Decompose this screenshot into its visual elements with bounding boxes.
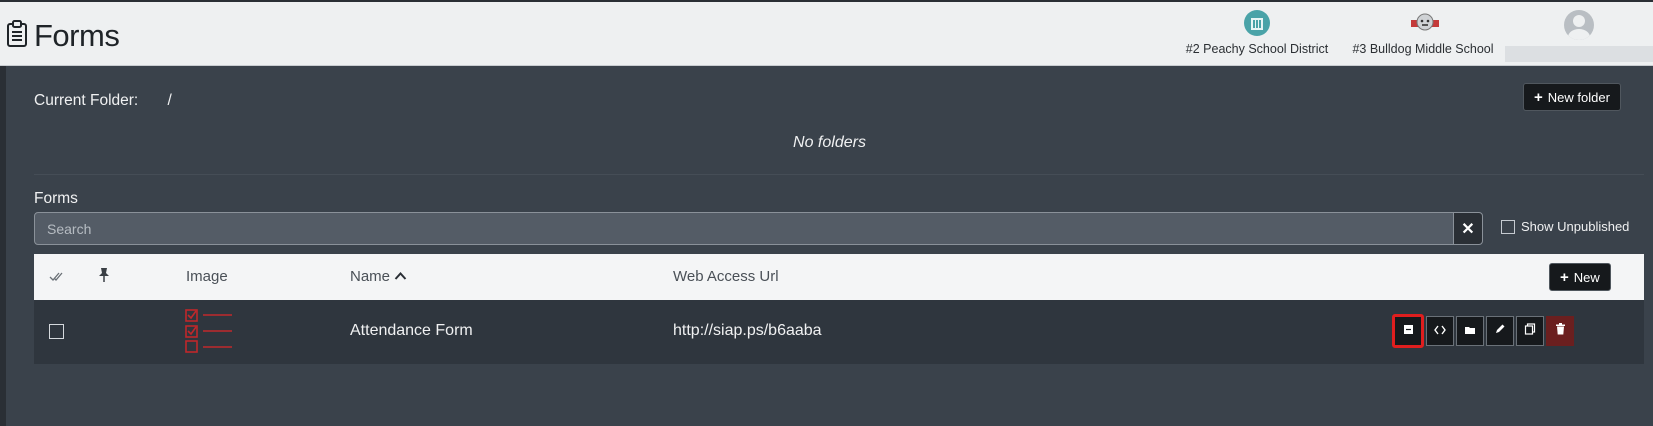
column-name-sort[interactable]: Name [350, 268, 407, 285]
show-unpublished-toggle[interactable]: Show Unpublished [1501, 219, 1629, 234]
empty-folders-message: No folders [793, 134, 866, 151]
chevron-up-icon [394, 268, 407, 285]
edit-button[interactable] [1486, 316, 1514, 346]
form-thumbnail-icon [184, 308, 234, 359]
form-icon [1403, 322, 1414, 340]
close-icon: ✕ [1461, 220, 1475, 238]
folder-icon [1464, 322, 1476, 340]
show-unpublished-label: Show Unpublished [1521, 219, 1630, 234]
district-logo-icon [1244, 10, 1270, 36]
app-title-block: Forms [6, 18, 120, 54]
main-content: Current Folder: / + New folder No folder… [6, 66, 1653, 426]
current-folder-label: Current Folder: [34, 92, 139, 109]
row-actions [1390, 314, 1574, 348]
school-label: #3 Bulldog Middle School [1352, 42, 1494, 56]
form-name[interactable]: Attendance Form [350, 322, 473, 340]
embed-code-button[interactable] [1426, 316, 1454, 346]
column-image: Image [186, 268, 228, 285]
current-folder-path: / [167, 92, 172, 109]
copy-button[interactable] [1516, 316, 1544, 346]
new-form-button[interactable]: + New [1549, 263, 1611, 291]
plus-icon: + [1560, 268, 1569, 286]
table-header: Image Name Web Access Url + New [34, 254, 1644, 300]
top-header: Forms #2 Peachy School District #3 Bulld [0, 0, 1653, 66]
new-folder-button[interactable]: + New folder [1523, 83, 1621, 111]
copy-icon [1524, 322, 1536, 340]
delete-button[interactable] [1546, 316, 1574, 346]
column-url: Web Access Url [673, 268, 779, 285]
code-icon [1434, 322, 1446, 340]
bulldog-logo-icon [1410, 10, 1439, 36]
new-form-label: New [1573, 269, 1600, 285]
school-district-label: #2 Peachy School District [1185, 42, 1329, 56]
pin-icon[interactable] [98, 267, 110, 287]
school-district-selector[interactable]: #2 Peachy School District [1182, 10, 1332, 56]
page-title: Forms [34, 18, 120, 53]
plus-icon: + [1534, 88, 1543, 106]
school-selector[interactable]: #3 Bulldog Middle School [1343, 10, 1503, 56]
select-all-icon[interactable] [49, 269, 63, 287]
user-menu[interactable] [1505, 10, 1653, 62]
current-folder: Current Folder: / [34, 92, 172, 110]
row-checkbox[interactable] [49, 324, 64, 339]
forms-section-title: Forms [34, 190, 78, 207]
search-input[interactable] [34, 212, 1454, 245]
view-form-button[interactable] [1392, 314, 1424, 348]
trash-icon [1555, 322, 1566, 340]
table-row[interactable]: Attendance Form http://siap.ps/b6aaba [34, 300, 1644, 364]
divider [34, 174, 1644, 175]
show-unpublished-checkbox[interactable] [1501, 219, 1515, 234]
move-folder-button[interactable] [1456, 316, 1484, 346]
column-name: Name [350, 268, 391, 285]
clear-search-button[interactable]: ✕ [1453, 212, 1483, 245]
form-url[interactable]: http://siap.ps/b6aaba [673, 322, 822, 340]
edit-icon [1494, 322, 1506, 340]
user-name [1505, 46, 1653, 62]
user-avatar-icon [1564, 10, 1594, 40]
new-folder-label: New folder [1547, 89, 1610, 105]
clipboard-icon [6, 19, 28, 53]
